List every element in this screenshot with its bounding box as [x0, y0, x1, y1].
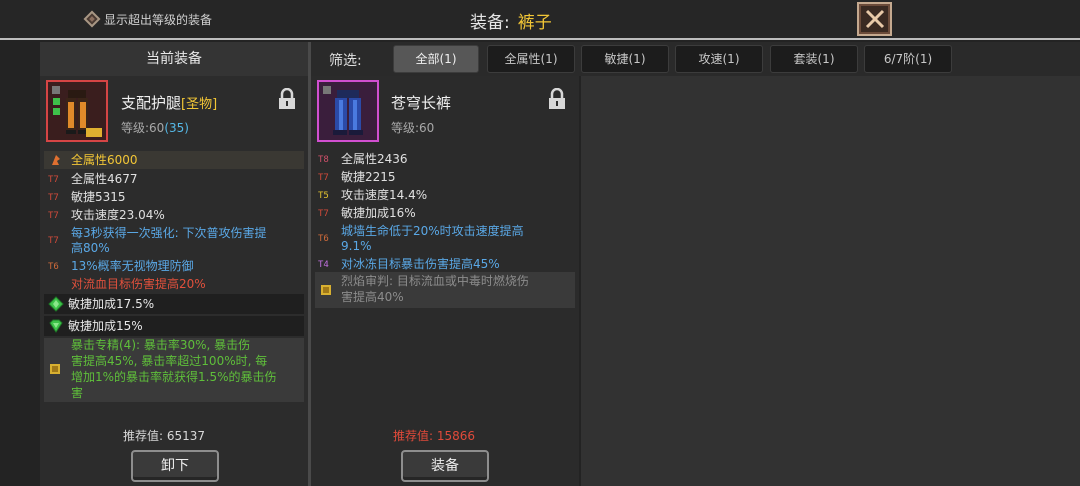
stat-tier: T7: [318, 173, 329, 183]
stat-line: 9.1%: [341, 239, 372, 253]
candidate-recommend-value: 推荐值: 15866: [393, 427, 475, 444]
stat-tier: T7: [48, 175, 59, 185]
current-item-name: 支配护腿[圣物]: [121, 92, 217, 113]
title-label: 装备:: [470, 13, 510, 33]
candidate-recommend-label: 推荐值:: [393, 429, 434, 443]
relic-pants-icon[interactable]: [46, 80, 108, 142]
stat-line: 每3秒获得一次强化: 下次普攻伤害提: [71, 226, 267, 240]
top-bar: 显示超出等级的装备 装备: 裤子: [0, 0, 1080, 40]
current-recommend-number: 65137: [166, 429, 206, 443]
show-over-level-label: 显示超出等级的装备: [104, 12, 213, 27]
unequip-button[interactable]: 卸下: [131, 450, 219, 482]
current-item-tag: [圣物]: [181, 97, 218, 112]
candidate-item-level: 等级:60: [391, 121, 435, 135]
diamond-checkbox-icon[interactable]: [83, 10, 101, 28]
set-line: 烈焰审判: 目标流血或中毒时燃烧伤: [341, 274, 529, 288]
show-over-level-toggle[interactable]: 显示超出等级的装备: [83, 10, 213, 28]
stat-line: 敏捷2215: [341, 170, 396, 184]
filter-label: 筛选:: [329, 53, 362, 69]
filter-tab-tier-6-7[interactable]: 6/7阶(1): [864, 45, 952, 73]
stat-tier: T6: [48, 262, 59, 272]
stat-tier: T4: [318, 260, 329, 270]
set-line: 害提高45%, 暴击率超过100%时, 每: [71, 354, 268, 368]
stat-line: 全属性2436: [341, 152, 408, 166]
filter-tab-agility[interactable]: 敏捷(1): [581, 45, 669, 73]
stat-line: 高80%: [71, 241, 110, 255]
stat-line: 攻击速度14.4%: [341, 188, 428, 202]
current-recommend-label: 推荐值:: [123, 429, 164, 443]
set-line: 增加1%的暴击率就获得1.5%的暴击伤: [71, 370, 277, 384]
stat-line: 攻击速度23.04%: [71, 208, 165, 222]
current-equipment-header: 当前装备: [40, 42, 308, 76]
candidate-item-name: 苍穹长裤: [391, 94, 452, 112]
top-stat: 全属性6000: [71, 153, 138, 167]
green-gem-icon: [48, 296, 64, 312]
set-scroll-icon: [321, 285, 331, 295]
set-scroll-icon: [50, 364, 60, 374]
stat-line: 全属性4677: [71, 172, 138, 186]
stat-line: 城墙生命低于20%时攻击速度提高: [341, 224, 524, 238]
current-item-level: 等级:60(35): [121, 119, 189, 136]
stat-tier: T7: [318, 209, 329, 219]
blue-pants-icon[interactable]: [317, 80, 379, 142]
lock-icon[interactable]: [278, 88, 296, 110]
stat-tier: T6: [318, 234, 329, 244]
stat-line: 对冰冻目标暴击伤害提高45%: [341, 257, 500, 271]
filter-tab-all-attributes[interactable]: 全属性(1): [487, 45, 575, 73]
current-item-level-extra: (35): [164, 121, 189, 135]
lock-icon[interactable]: [548, 88, 566, 110]
filter-bar: 筛选: 全部(1) 全属性(1) 敏捷(1) 攻速(1) 套装(1) 6/7阶(…: [311, 42, 1080, 76]
stat-tier: T7: [48, 193, 59, 203]
green-gem-icon: [49, 319, 63, 333]
stat-tier: T8: [318, 155, 329, 165]
filter-tab-attack-speed[interactable]: 攻速(1): [675, 45, 763, 73]
set-line: 害: [71, 386, 84, 400]
stat-line: 敏捷加成16%: [341, 206, 416, 220]
rune-icon: [52, 155, 60, 165]
stat-tier: T7: [48, 211, 59, 221]
set-line: 害提高40%: [341, 290, 404, 304]
current-item-name-text: 支配护腿: [121, 94, 182, 112]
close-icon: [865, 9, 885, 29]
stat-line: 对流血目标伤害提高20%: [71, 277, 206, 291]
filter-tab-all[interactable]: 全部(1): [393, 45, 479, 73]
equip-button[interactable]: 装备: [401, 450, 489, 482]
gem-stat: 敏捷加成15%: [68, 319, 143, 333]
stat-tier: T5: [318, 191, 329, 201]
close-button[interactable]: [857, 2, 892, 36]
empty-item-area: [581, 76, 1080, 486]
candidate-recommend-number: 15866: [436, 429, 476, 443]
page-title: 装备: 裤子: [470, 8, 552, 33]
title-value: 裤子: [517, 13, 552, 33]
filter-tab-set[interactable]: 套装(1): [770, 45, 858, 73]
stat-tier: T7: [48, 236, 59, 246]
set-line: 暴击专精(4): 暴击率30%, 暴击伤: [71, 338, 251, 352]
current-item-level-text: 等级:60: [121, 121, 165, 135]
gem-stat: 敏捷加成17.5%: [68, 297, 155, 311]
current-recommend-value: 推荐值: 65137: [123, 427, 205, 444]
stat-line: 13%概率无视物理防御: [71, 259, 194, 273]
stat-line: 敏捷5315: [71, 190, 126, 204]
